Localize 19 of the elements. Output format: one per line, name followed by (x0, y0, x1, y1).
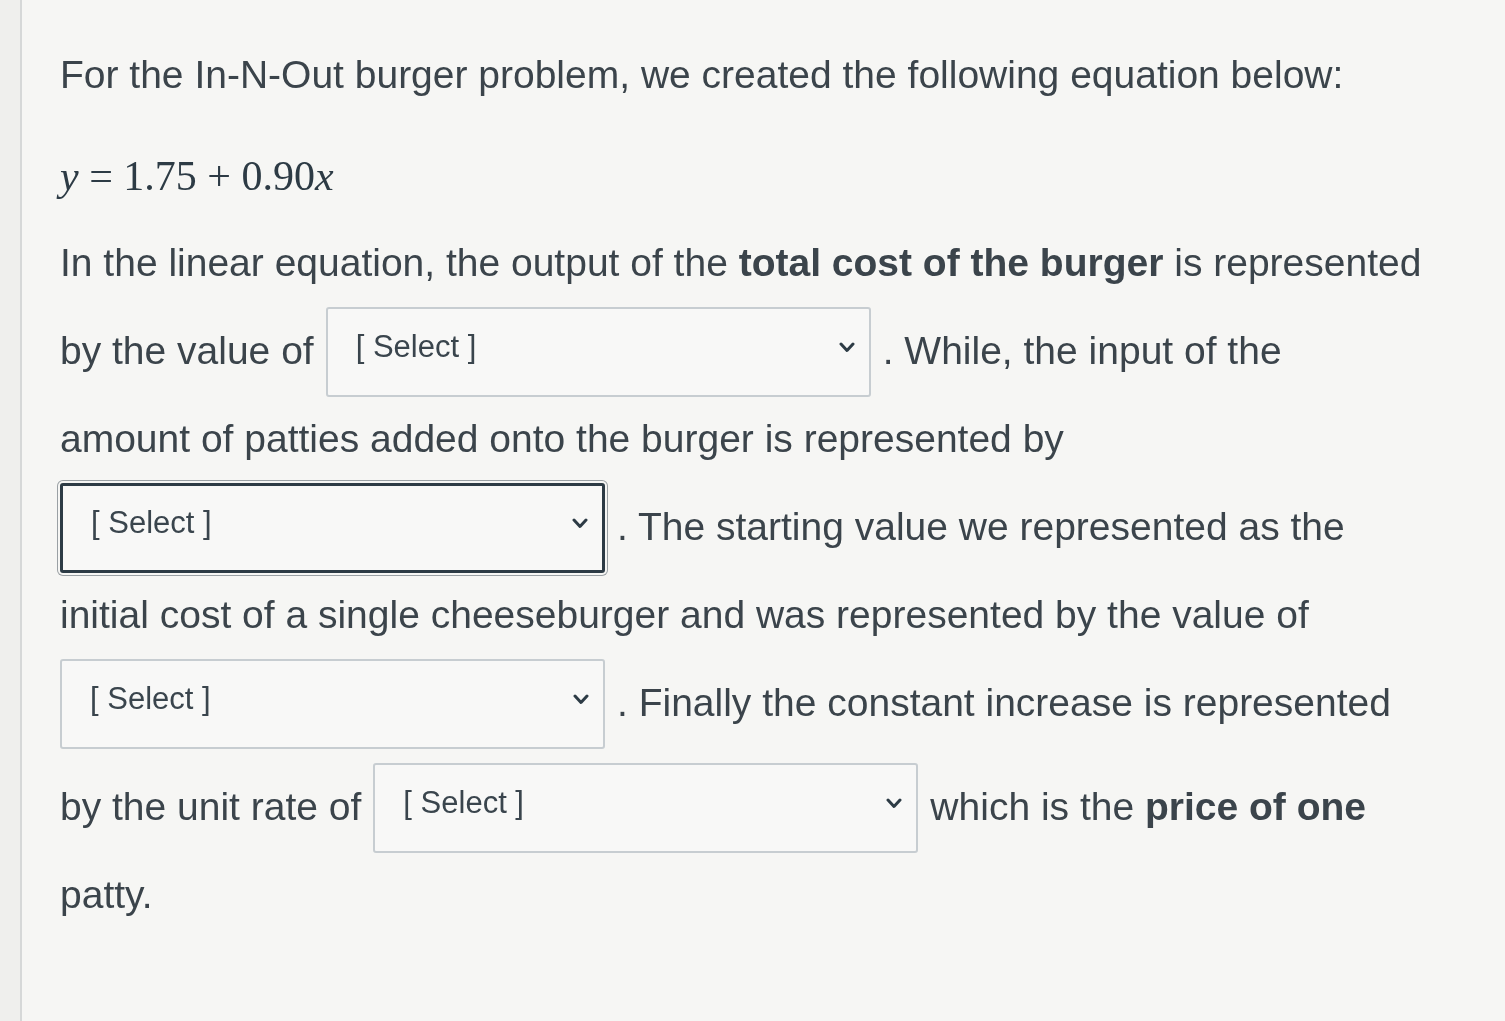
dropdown-select[interactable]: [ Select ] (325, 306, 871, 397)
question-text: For the In-N-Out burger problem, we created the following equation below: (60, 52, 1344, 98)
dropdown-select[interactable]: [ Select ] (60, 658, 605, 749)
chevron-down-icon (573, 694, 589, 705)
question-text: . The starting value we represented as the (617, 504, 1345, 551)
question-text: In the linear equation, the output of the total cost of the burger is represented (60, 240, 1422, 287)
chevron-down-icon (838, 342, 855, 353)
chevron-down-icon (572, 518, 588, 529)
question-text: which is the price of one (930, 784, 1366, 831)
question-text: by the unit rate of (60, 784, 362, 831)
question-text: . While, the input of the (882, 328, 1282, 375)
question-text: by the value of (60, 328, 314, 375)
question-text: patty. (60, 872, 153, 919)
question-text: . Finally the constant increase is represented (617, 680, 1391, 727)
question-text: amount of patties added onto the burger is represented by (60, 416, 1064, 463)
question-text: initial cost of a single cheeseburger and was represented by the value of (60, 592, 1309, 639)
dropdown-select[interactable]: [ Select ] (373, 762, 919, 853)
chevron-down-icon (886, 798, 903, 809)
dropdown-select[interactable]: [ Select ] (60, 482, 605, 573)
